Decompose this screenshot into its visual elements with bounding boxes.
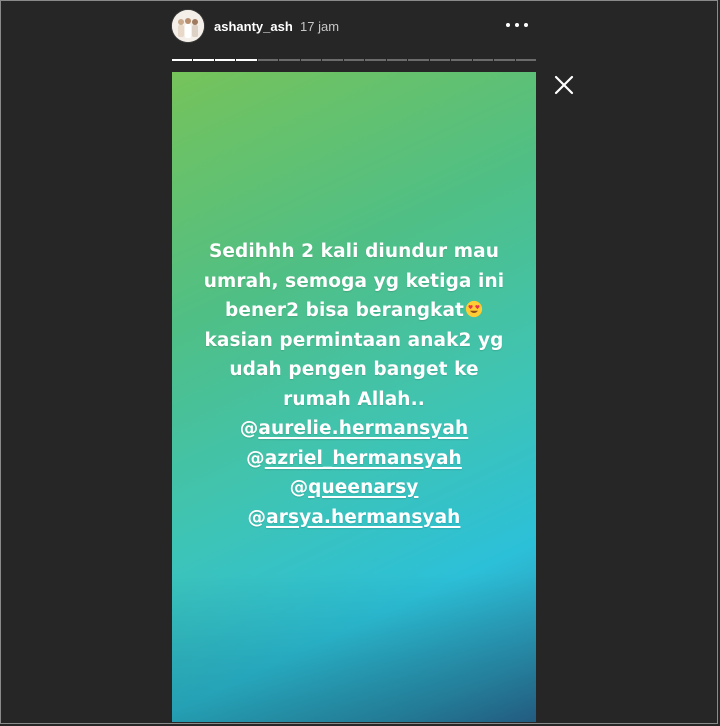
mention-link[interactable]: queenarsy — [308, 477, 418, 498]
progress-segment — [214, 59, 236, 61]
post-time: 17 jam — [300, 19, 340, 34]
progress-segment — [408, 59, 429, 61]
close-icon[interactable] — [553, 74, 575, 96]
mention-prefix: @ — [289, 477, 309, 498]
progress-segment — [193, 59, 214, 61]
progress-segment — [472, 59, 494, 61]
caption-line: umrah, semoga yg ketiga ini — [203, 270, 505, 292]
mention-link[interactable]: azriel_hermansyah — [265, 448, 462, 469]
caption-line: rumah Allah.. — [283, 388, 425, 410]
progress-segment — [257, 59, 279, 61]
mention-link[interactable]: arsya.hermansyah — [266, 507, 460, 528]
caption-line-text: bener2 bisa berangkat — [224, 300, 464, 321]
progress-segment — [494, 59, 515, 61]
caption-line: udah pengen banget ke — [229, 359, 479, 380]
story-header: ashanty_ash 17 jam — [172, 10, 536, 46]
mention-azriel: @azriel_hermansyah — [172, 444, 536, 474]
progress-segment — [322, 59, 343, 61]
dot — [506, 23, 510, 27]
mention-prefix: @ — [239, 418, 259, 439]
mention-aurelie: @aurelie.hermansyah — [172, 414, 536, 444]
dot — [524, 23, 528, 27]
progress-segment — [386, 59, 408, 61]
avatar-photo-icon — [172, 10, 204, 42]
dot — [515, 23, 519, 27]
story-content[interactable]: Sedihhh 2 kali diundur mau umrah, semoga… — [172, 72, 536, 722]
mention-link[interactable]: aurelie.hermansyah — [258, 418, 468, 439]
username[interactable]: ashanty_ash — [214, 19, 293, 34]
progress-segment — [343, 59, 365, 61]
mention-prefix: @ — [247, 506, 267, 528]
heart-eyes-emoji-icon — [465, 300, 483, 318]
mention-queenarsy: @queenarsy — [172, 473, 536, 503]
progress-segment — [279, 59, 300, 61]
more-dots-icon[interactable] — [506, 22, 528, 28]
mention-prefix: @ — [246, 447, 265, 469]
progress-segment — [172, 59, 193, 61]
progress-segment — [451, 59, 472, 61]
story-progress-bar — [172, 59, 536, 61]
close-icon-graphic — [554, 75, 574, 95]
mention-arsya: @arsya.hermansyah — [172, 503, 536, 533]
progress-segment — [365, 59, 386, 61]
progress-segment — [236, 59, 257, 61]
avatar[interactable] — [172, 10, 204, 42]
caption-line: kasian permintaan anak2 yg — [204, 329, 504, 351]
progress-segment — [300, 59, 322, 61]
caption-line: Sedihhh 2 kali diundur mau — [208, 241, 500, 262]
progress-segment — [515, 59, 536, 61]
story-caption: Sedihhh 2 kali diundur mau umrah, semoga… — [172, 237, 536, 532]
caption-line-with-emoji: bener2 bisa berangkat — [172, 296, 536, 326]
progress-segment — [429, 59, 451, 61]
